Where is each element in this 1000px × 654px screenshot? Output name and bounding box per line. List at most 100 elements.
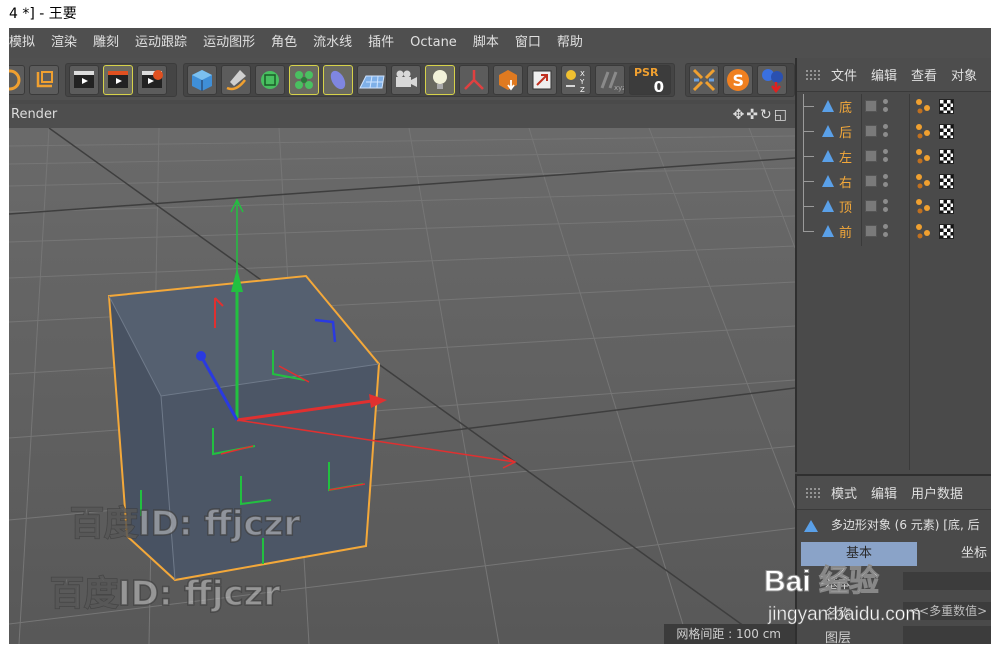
menu-simulate[interactable]: 模拟 bbox=[9, 28, 42, 58]
render-region-icon[interactable] bbox=[527, 65, 557, 95]
phong-tag-icon[interactable] bbox=[915, 198, 931, 214]
material-tag-icon[interactable] bbox=[939, 99, 954, 114]
obj-menu-edit[interactable]: 编辑 bbox=[871, 65, 897, 84]
obj-menu-objects[interactable]: 对象 bbox=[951, 65, 977, 84]
locked-axis-icon[interactable]: xyz bbox=[595, 65, 625, 95]
tree-line bbox=[803, 119, 817, 144]
material-tag-icon[interactable] bbox=[939, 199, 954, 214]
symmetry-icon[interactable] bbox=[689, 65, 719, 95]
cloner-icon[interactable] bbox=[289, 65, 319, 95]
menu-script[interactable]: 脚本 bbox=[464, 28, 506, 58]
viewport-navigation-icons[interactable]: ✥✜↻◱ bbox=[733, 107, 789, 123]
menu-character[interactable]: 角色 bbox=[262, 28, 304, 58]
floor-icon[interactable] bbox=[357, 65, 387, 95]
phong-tag-icon[interactable] bbox=[915, 223, 931, 239]
polygon-object-icon bbox=[822, 175, 834, 187]
visibility-dots-icon[interactable] bbox=[883, 198, 889, 214]
tree-line bbox=[803, 94, 817, 119]
svg-text:X: X bbox=[580, 70, 585, 78]
menu-window[interactable]: 窗口 bbox=[506, 28, 548, 58]
psr-counter: PSR 0 bbox=[629, 65, 671, 95]
material-tag-icon[interactable] bbox=[939, 149, 954, 164]
phong-tag-icon[interactable] bbox=[915, 148, 931, 164]
pen-spline-icon[interactable] bbox=[221, 65, 251, 95]
list-item[interactable]: 前 bbox=[797, 219, 991, 244]
visibility-dots-icon[interactable] bbox=[883, 148, 889, 164]
menu-help[interactable]: 帮助 bbox=[548, 28, 590, 58]
menu-octane[interactable]: Octane bbox=[401, 28, 464, 58]
polygon-object-icon bbox=[822, 125, 834, 137]
deformer-icon[interactable] bbox=[323, 65, 353, 95]
obj-menu-view[interactable]: 查看 bbox=[911, 65, 937, 84]
material-tag-icon[interactable] bbox=[939, 174, 954, 189]
attr-menu-mode[interactable]: 模式 bbox=[831, 483, 857, 502]
watermark-text: 百度ID: ffjczr bbox=[49, 573, 281, 615]
psr-value: 0 bbox=[653, 78, 664, 95]
watermark-url: jingyan.baidu.com bbox=[768, 604, 922, 626]
layer-swatch[interactable] bbox=[865, 100, 877, 112]
cinema4d-window: 4 *] - 王要 模拟 渲染 雕刻 运动跟踪 运动图形 角色 流水线 插件 O… bbox=[9, 0, 991, 644]
list-item[interactable]: 右 bbox=[797, 169, 991, 194]
live-selection-icon[interactable] bbox=[9, 65, 25, 95]
phong-tag-icon[interactable] bbox=[915, 98, 931, 114]
list-item[interactable]: 后 bbox=[797, 119, 991, 144]
render-settings-icon[interactable] bbox=[137, 65, 167, 95]
attribute-manager-header: 模式 编辑 用户数据 bbox=[797, 476, 991, 510]
svg-text:Z: Z bbox=[580, 86, 585, 94]
selection-info: 多边形对象 (6 元素) [底, 后 bbox=[803, 516, 991, 536]
polygon-object-icon bbox=[822, 100, 834, 112]
obj-menu-file[interactable]: 文件 bbox=[831, 65, 857, 84]
polygon-object-icon bbox=[804, 519, 818, 532]
list-item[interactable]: 顶 bbox=[797, 194, 991, 219]
visibility-dots-icon[interactable] bbox=[883, 98, 889, 114]
joint-icon[interactable] bbox=[459, 65, 489, 95]
sphere-drop-icon[interactable] bbox=[757, 65, 787, 95]
subdivision-surface-icon[interactable] bbox=[255, 65, 285, 95]
menu-pipeline[interactable]: 流水线 bbox=[304, 28, 359, 58]
visibility-dots-icon[interactable] bbox=[883, 123, 889, 139]
tree-line bbox=[803, 169, 817, 194]
script-s-icon[interactable]: S bbox=[723, 65, 753, 95]
menu-plugins[interactable]: 插件 bbox=[359, 28, 401, 58]
layer-swatch[interactable] bbox=[865, 125, 877, 137]
object-name: 底 bbox=[839, 101, 853, 116]
material-tag-icon[interactable] bbox=[939, 224, 954, 239]
layer-swatch[interactable] bbox=[865, 200, 877, 212]
attr-menu-edit[interactable]: 编辑 bbox=[871, 483, 897, 502]
main-toolbar: XYZ xyz PSR 0 S bbox=[9, 58, 795, 100]
layer-swatch[interactable] bbox=[865, 225, 877, 237]
visibility-dots-icon[interactable] bbox=[883, 173, 889, 189]
attr-menu-user-data[interactable]: 用户数据 bbox=[911, 483, 963, 502]
tab-coordinates[interactable]: 坐标 bbox=[961, 542, 991, 566]
enable-axis-icon[interactable]: XYZ bbox=[561, 65, 591, 95]
camera-icon[interactable] bbox=[391, 65, 421, 95]
render-view-icon[interactable] bbox=[69, 65, 99, 95]
visibility-dots-icon[interactable] bbox=[883, 223, 889, 239]
polygon-object-icon bbox=[822, 225, 834, 237]
light-icon[interactable] bbox=[425, 65, 455, 95]
object-name: 顶 bbox=[839, 201, 853, 216]
menu-sculpt[interactable]: 雕刻 bbox=[84, 28, 126, 58]
phong-tag-icon[interactable] bbox=[915, 173, 931, 189]
menu-render[interactable]: 渲染 bbox=[42, 28, 84, 58]
object-name: 后 bbox=[839, 126, 853, 141]
list-item[interactable]: 底 bbox=[797, 94, 991, 119]
object-name: 左 bbox=[839, 151, 853, 166]
object-manager-header: 文件 编辑 查看 对象 bbox=[797, 58, 991, 92]
object-list: 底 后 左 右 顶 前 bbox=[797, 94, 991, 244]
3d-viewport[interactable]: Render ✥✜↻◱ 网格间距: 100 cm bbox=[9, 104, 795, 644]
panel-grip-icon[interactable] bbox=[805, 486, 821, 499]
menu-mograph[interactable]: 运动图形 bbox=[194, 28, 262, 58]
menu-motion-tracking[interactable]: 运动跟踪 bbox=[126, 28, 194, 58]
panel-grip-icon[interactable] bbox=[805, 68, 821, 81]
cube-icon[interactable] bbox=[187, 65, 217, 95]
selection-info-text: 多边形对象 (6 元素) [底, 后 bbox=[830, 518, 980, 532]
coordinate-system-icon[interactable] bbox=[29, 65, 59, 95]
layer-swatch[interactable] bbox=[865, 150, 877, 162]
list-item[interactable]: 左 bbox=[797, 144, 991, 169]
material-tag-icon[interactable] bbox=[939, 124, 954, 139]
render-to-picture-viewer-icon[interactable] bbox=[103, 65, 133, 95]
phong-tag-icon[interactable] bbox=[915, 123, 931, 139]
layer-swatch[interactable] bbox=[865, 175, 877, 187]
bake-icon[interactable] bbox=[493, 65, 523, 95]
